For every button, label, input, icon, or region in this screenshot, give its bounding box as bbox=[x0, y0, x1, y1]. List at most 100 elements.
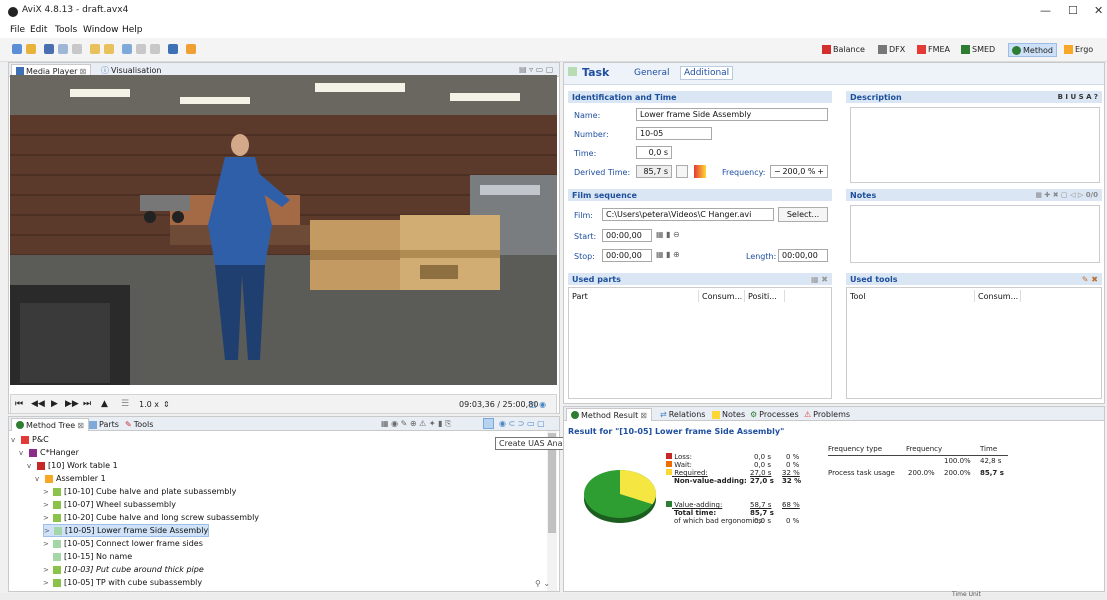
perspective-smed[interactable]: SMED bbox=[961, 45, 995, 54]
tree-item[interactable]: > [10-07] Wheel subassembly bbox=[43, 498, 176, 511]
stop-tools-icons[interactable]: ▦ ▮ ⊕ bbox=[656, 250, 680, 259]
undo-icon[interactable] bbox=[90, 44, 100, 54]
start-tools-icons[interactable]: ▦ ▮ ⊖ bbox=[656, 230, 680, 239]
last-frame-button[interactable]: ⏭ bbox=[83, 399, 91, 409]
frequency-plus[interactable]: + bbox=[817, 167, 824, 176]
time-field[interactable]: 0,0 s bbox=[636, 146, 672, 159]
refresh-button[interactable] bbox=[676, 165, 688, 178]
menu-window[interactable]: Window bbox=[83, 25, 119, 35]
notes-toolbar-icons[interactable]: ▦ ✚ ✖ ▢ ◁ ▷ 0/0 bbox=[1035, 191, 1098, 199]
chevron-down-icon[interactable]: v bbox=[11, 436, 21, 444]
name-field[interactable]: Lower frame Side Assembly bbox=[636, 108, 828, 121]
perspective-ergo[interactable]: Ergo bbox=[1064, 45, 1093, 54]
tree-item[interactable]: [10-15] No name bbox=[43, 550, 132, 563]
menu-file[interactable]: File bbox=[10, 25, 25, 35]
chevron-right-icon[interactable]: > bbox=[43, 501, 53, 509]
view-menu-icon[interactable]: ▤ ▿ ▭ ▢ bbox=[519, 65, 553, 74]
chevron-right-icon[interactable]: > bbox=[43, 488, 53, 496]
chevron-right-icon[interactable]: > bbox=[44, 527, 54, 535]
select-film-button[interactable]: Select... bbox=[778, 207, 828, 222]
tab-additional[interactable]: Additional bbox=[680, 66, 734, 80]
video-frame[interactable] bbox=[10, 75, 557, 385]
speed-spinner[interactable]: ⇕ bbox=[163, 400, 170, 409]
save-all-icon[interactable] bbox=[58, 44, 68, 54]
maximize-button[interactable]: ☐ bbox=[1068, 4, 1078, 17]
menu-help[interactable]: Help bbox=[122, 25, 143, 35]
perspective-fmea[interactable]: FMEA bbox=[917, 45, 950, 54]
redo-icon[interactable] bbox=[104, 44, 114, 54]
tree-item[interactable]: > [10-03] Put cube around thick pipe bbox=[43, 563, 204, 576]
film-field[interactable]: C:\Users\petera\Videos\C Hanger.avi bbox=[602, 208, 774, 221]
tab-tools[interactable]: ✎ Tools bbox=[121, 418, 157, 431]
stop-field[interactable]: 00:00,00 bbox=[602, 249, 652, 262]
cut-icon[interactable] bbox=[122, 44, 132, 54]
first-frame-button[interactable]: ⏮ bbox=[15, 399, 23, 409]
chevron-right-icon[interactable]: > bbox=[43, 514, 53, 522]
rewind-button[interactable]: ◀◀ bbox=[31, 399, 45, 409]
close-tab-icon[interactable]: ⊠ bbox=[77, 421, 84, 430]
notes-area[interactable] bbox=[850, 205, 1100, 263]
frequency-spinner[interactable]: − 200,0 % + bbox=[770, 165, 828, 178]
frequency-minus[interactable]: − bbox=[774, 167, 781, 176]
tab-notes[interactable]: Notes bbox=[708, 408, 749, 421]
tree-item[interactable]: v Assembler 1 bbox=[35, 472, 106, 485]
tree-item[interactable]: > [10-05] Connect lower frame sides bbox=[43, 537, 203, 550]
chevron-right-icon[interactable]: > bbox=[43, 566, 53, 574]
tree-item[interactable]: > [10-05] TP with cube subassembly bbox=[43, 576, 202, 589]
tree-item[interactable]: v P&C bbox=[11, 433, 49, 446]
format-icons[interactable]: B I U S A ? bbox=[1058, 93, 1098, 101]
menu-edit[interactable]: Edit bbox=[30, 25, 47, 35]
report-icon[interactable] bbox=[186, 44, 196, 54]
parts-col-part[interactable]: Part bbox=[569, 290, 699, 302]
chevron-down-icon[interactable]: v bbox=[35, 475, 45, 483]
save-icon[interactable] bbox=[44, 44, 54, 54]
number-field[interactable]: 10-05 bbox=[636, 127, 712, 140]
tree-item[interactable]: v [10] Work table 1 bbox=[27, 459, 118, 472]
tab-processes[interactable]: ⚙ Processes bbox=[746, 408, 803, 421]
tab-general[interactable]: General bbox=[634, 68, 669, 78]
tab-problems[interactable]: ⚠ Problems bbox=[800, 408, 854, 421]
tree-view-icons[interactable]: ◉ ⊂ ⊃ ▭ ▢ bbox=[499, 419, 545, 428]
tree-item[interactable]: > [10-05] Lower frame Side Assembly bbox=[43, 524, 210, 537]
tab-method-result[interactable]: Method Result ⊠ bbox=[566, 408, 652, 421]
tree-toolbar-icons[interactable]: ▦ ◉ ✎ ⊕ ⚠ ✦ ▮ ⎘ bbox=[381, 419, 451, 429]
paste-icon[interactable] bbox=[150, 44, 160, 54]
menu-tools[interactable]: Tools bbox=[55, 25, 77, 35]
tree-item[interactable]: > [10-20] Cube halve and long screw subas… bbox=[43, 511, 259, 524]
tab-method-tree[interactable]: Method Tree ⊠ bbox=[11, 418, 89, 431]
chevron-right-icon[interactable]: > bbox=[43, 540, 53, 548]
color-picker-icon[interactable] bbox=[694, 165, 706, 178]
play-button[interactable]: ▶ bbox=[51, 399, 58, 409]
parts-actions-icons[interactable]: ▦ ✖ bbox=[811, 275, 828, 284]
layout-icon[interactable] bbox=[168, 44, 178, 54]
tree-item[interactable]: > [10-10] Cube halve and plate subassembl… bbox=[43, 485, 236, 498]
search-icon[interactable]: ⚲ ⌄ bbox=[535, 579, 550, 588]
sync-icon[interactable]: ◫ ◉ bbox=[529, 400, 546, 409]
close-tab-icon[interactable]: ⊠ bbox=[640, 411, 647, 420]
parts-col-consum[interactable]: Consum... bbox=[699, 290, 745, 302]
create-uas-analysis-button[interactable] bbox=[483, 418, 494, 429]
tree-scrollbar[interactable] bbox=[547, 431, 557, 591]
open-icon[interactable] bbox=[26, 44, 36, 54]
tab-parts[interactable]: Parts bbox=[85, 418, 123, 431]
chevron-down-icon[interactable]: v bbox=[19, 449, 29, 457]
tools-col-tool[interactable]: Tool bbox=[847, 290, 975, 302]
print-icon[interactable] bbox=[72, 44, 82, 54]
tab-relations[interactable]: ⇄ Relations bbox=[656, 408, 709, 421]
tools-actions-icons[interactable]: ✎ ✖ bbox=[1082, 275, 1098, 284]
start-field[interactable]: 00:00,00 bbox=[602, 229, 652, 242]
forward-button[interactable]: ▶▶ bbox=[65, 399, 79, 409]
list-icon[interactable]: ☰ bbox=[121, 399, 129, 409]
perspective-method[interactable]: Method bbox=[1008, 43, 1058, 57]
chevron-right-icon[interactable]: > bbox=[43, 579, 53, 587]
minimize-button[interactable]: — bbox=[1040, 4, 1051, 17]
tree-item[interactable]: v C*Hanger bbox=[19, 446, 79, 459]
tools-col-consum[interactable]: Consum... bbox=[975, 290, 1021, 302]
perspective-balance[interactable]: Balance bbox=[822, 45, 865, 54]
description-area[interactable] bbox=[850, 107, 1100, 183]
mark-button[interactable]: ▲ bbox=[101, 399, 108, 409]
new-icon[interactable] bbox=[12, 44, 22, 54]
close-button[interactable]: ✕ bbox=[1094, 4, 1103, 17]
parts-col-position[interactable]: Positi... bbox=[745, 290, 785, 302]
chevron-down-icon[interactable]: v bbox=[27, 462, 37, 470]
